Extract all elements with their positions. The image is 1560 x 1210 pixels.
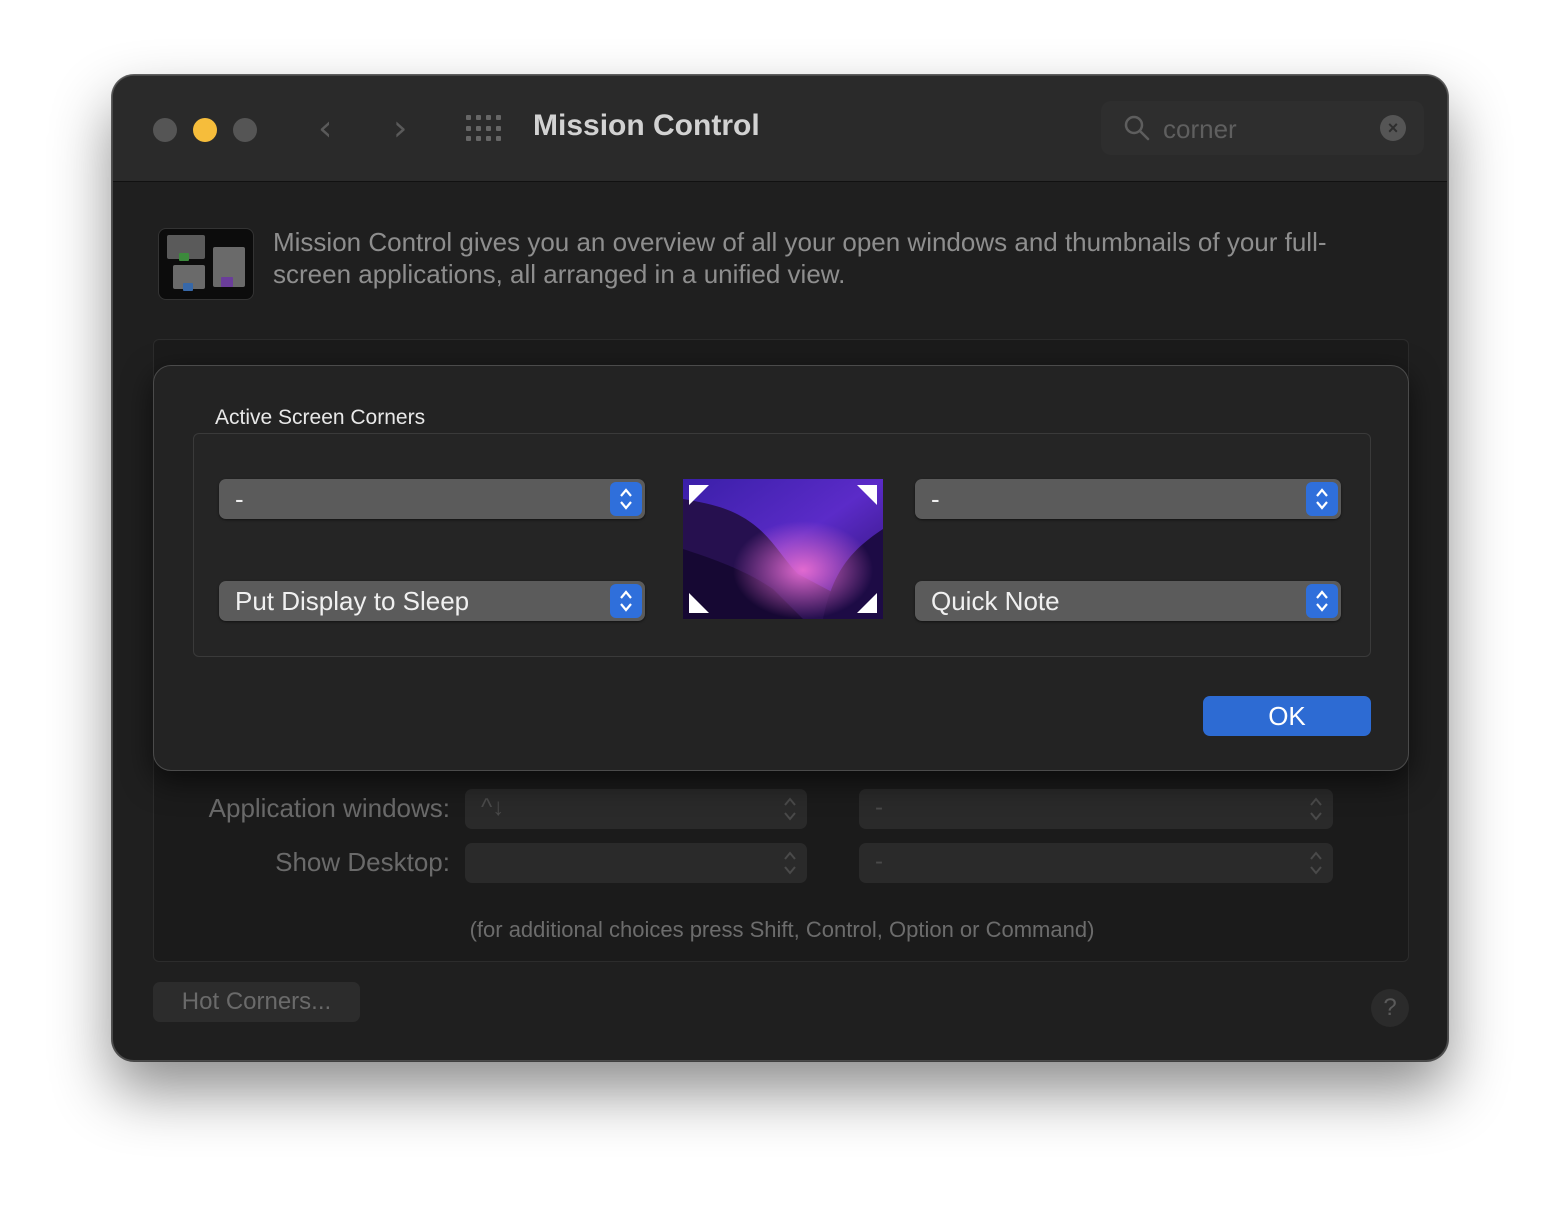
top-left-corner-value: - (235, 484, 244, 514)
bottom-left-corner-select[interactable]: Put Display to Sleep (219, 581, 645, 621)
chevron-left-icon[interactable]: ‹ (318, 109, 332, 149)
application-windows-mouse-select[interactable]: - (859, 789, 1333, 829)
modifier-hint: (for additional choices press Shift, Con… (469, 917, 1095, 942)
top-left-corner-select[interactable]: - (219, 479, 645, 519)
bottom-right-corner-select[interactable]: Quick Note (915, 581, 1341, 621)
chevron-right-icon[interactable]: › (393, 109, 407, 149)
popup-arrows-icon (1306, 584, 1338, 618)
grid-icon[interactable] (466, 115, 502, 143)
description-text: Mission Control gives you an overview of… (273, 227, 1327, 289)
application-windows-key-select[interactable]: ^↓ (465, 789, 807, 829)
active-screen-corners-sheet: Active Screen Corners - - Put Display to… (153, 365, 1409, 771)
ok-button[interactable]: OK (1203, 696, 1371, 736)
search-input[interactable]: corner (1163, 114, 1237, 145)
application-windows-mouse-value: - (875, 794, 883, 821)
close-button[interactable] (153, 118, 177, 142)
application-windows-key-value: ^↓ (481, 794, 505, 821)
desktop-preview-image (683, 479, 883, 619)
popup-arrows-icon (1306, 482, 1338, 516)
window-title: Mission Control (533, 109, 760, 142)
popup-arrows-icon (610, 482, 642, 516)
top-right-corner-select[interactable]: - (915, 479, 1341, 519)
search-icon (1124, 115, 1150, 141)
mission-control-window: ‹ › Mission Control corner × Mission Con… (112, 75, 1448, 1061)
application-windows-label: Application windows: (208, 793, 450, 823)
up-down-arrows-icon (784, 797, 796, 821)
show-desktop-mouse-select[interactable]: - (859, 843, 1333, 883)
show-desktop-mouse-value: - (875, 848, 883, 875)
title-bar: ‹ › Mission Control corner × (113, 76, 1447, 182)
show-desktop-row: Show Desktop: - (154, 843, 1410, 885)
bottom-left-corner-value: Put Display to Sleep (235, 586, 470, 616)
show-desktop-label: Show Desktop: (275, 847, 450, 877)
sheet-title: Active Screen Corners (215, 406, 426, 429)
application-windows-row: Application windows: ^↓ - (154, 789, 1410, 831)
up-down-arrows-icon (1310, 797, 1322, 821)
zoom-button[interactable] (233, 118, 257, 142)
hot-corners-button[interactable]: Hot Corners... (153, 982, 360, 1022)
search-field[interactable]: corner × (1101, 101, 1424, 155)
help-button[interactable]: ? (1371, 989, 1409, 1027)
popup-arrows-icon (610, 584, 642, 618)
up-down-arrows-icon (784, 851, 796, 875)
mission-control-app-icon (158, 228, 254, 300)
show-desktop-key-select[interactable] (465, 843, 807, 883)
up-down-arrows-icon (1310, 851, 1322, 875)
minimize-button[interactable] (193, 118, 217, 142)
top-right-corner-value: - (931, 484, 940, 514)
bottom-right-corner-value: Quick Note (931, 586, 1060, 616)
clear-icon[interactable]: × (1380, 115, 1406, 141)
corners-group: - - Put Display to Sleep Quick Note (193, 433, 1371, 657)
